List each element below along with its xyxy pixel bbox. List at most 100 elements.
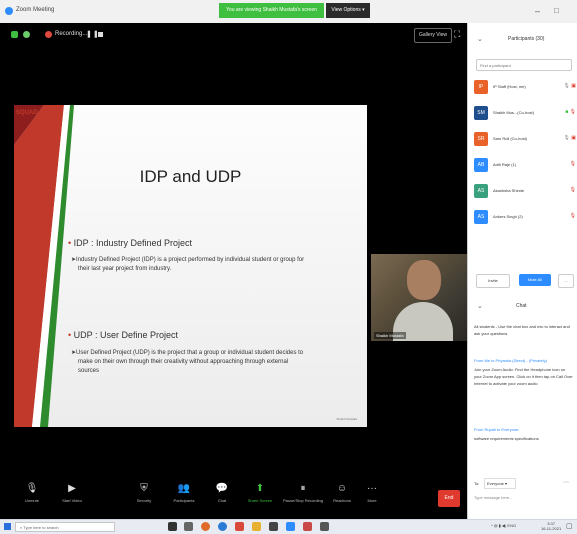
video-off-icon: ▣ bbox=[571, 83, 576, 89]
tool-label: Share Screen bbox=[247, 498, 273, 503]
chat-message: All students - Use the chat box and mic … bbox=[474, 324, 570, 336]
store-icon[interactable] bbox=[269, 522, 278, 531]
participant-row[interactable]: AS Ankers Singh (2) 🎙 bbox=[474, 208, 577, 228]
more-icon: ··· bbox=[367, 483, 377, 494]
taskbar-search-box[interactable]: ⌕ Type here to search bbox=[15, 522, 115, 532]
mic-icon: 🎙 bbox=[563, 135, 570, 141]
end-meeting-button[interactable]: End bbox=[438, 490, 460, 507]
collapse-icon[interactable]: ⌄ bbox=[477, 302, 483, 310]
participant-name: Shaikh Mus...(Co-host) bbox=[493, 110, 534, 115]
tool-label: Pause/Stop Recording bbox=[282, 498, 324, 503]
participant-row[interactable]: SR Sam Roll (Co-host) 🎙 ▣ bbox=[474, 130, 577, 150]
window-title: Zoom Meeting bbox=[16, 7, 55, 13]
chat-message-input[interactable]: Type message here... bbox=[474, 495, 512, 500]
chat-header: ⌄ Chat bbox=[468, 299, 577, 319]
participant-row[interactable]: IP IP Staff (Host, me) 🎙 ▣ bbox=[474, 78, 577, 98]
connection-signal-icon[interactable] bbox=[23, 31, 30, 38]
participant-row[interactable]: AB Aditi Raje (1) 🎙 bbox=[474, 156, 577, 176]
view-options-button[interactable]: View Options ▾ bbox=[326, 3, 370, 18]
avatar: IP bbox=[474, 80, 488, 94]
participant-name: Sam Roll (Co-host) bbox=[493, 136, 528, 141]
slide-bullet-idp: • IDP : Industry Defined Project bbox=[68, 238, 192, 248]
app-icon[interactable] bbox=[235, 522, 244, 531]
task-view-icon[interactable] bbox=[168, 522, 177, 531]
speaker-video-tile[interactable]: Shaikh Mustafa bbox=[371, 254, 468, 341]
notification-icon[interactable]: ▢ bbox=[566, 522, 573, 530]
chat-message: software requirements specifications bbox=[474, 436, 539, 441]
zoom-taskbar-icon[interactable] bbox=[286, 522, 295, 531]
participant-status-icons: 🎙 bbox=[570, 161, 576, 167]
stop-recording-icon[interactable] bbox=[98, 32, 103, 37]
participant-status-icons: 🎙 bbox=[570, 213, 576, 219]
tool-label: Start Video bbox=[62, 498, 82, 503]
description-line: their last year project from industry. bbox=[78, 266, 172, 272]
meeting-toolbar: 🎙 Unmute ▶ Start Video ⛨ Security 👥 Part… bbox=[0, 480, 467, 519]
participants-more-button[interactable]: ... bbox=[558, 274, 574, 288]
speaker-name-label: Shaikh Mustafa bbox=[374, 332, 406, 339]
chat-recipient-value: Everyone bbox=[487, 481, 504, 486]
start-video-button[interactable]: ▶ Start Video bbox=[52, 480, 92, 503]
collapse-icon[interactable]: ⌄ bbox=[477, 35, 483, 43]
search-icon: ⌕ bbox=[20, 525, 23, 530]
bullet-icon: • bbox=[68, 238, 72, 248]
mic-icon: 🎙 bbox=[569, 109, 576, 115]
record-icon: ⏸ bbox=[300, 483, 306, 494]
more-icon[interactable]: ⋯ bbox=[563, 479, 569, 486]
folder-icon[interactable] bbox=[252, 522, 261, 531]
chat-title: Chat bbox=[516, 303, 527, 309]
sharing-icon: ■ bbox=[565, 109, 569, 115]
description-line: make on their own through their creativi… bbox=[78, 359, 289, 365]
system-tray-icons[interactable]: ^ ◍ ▮ ◀) ENG bbox=[491, 523, 516, 528]
chat-sender: From Me to Priyanka (Direct) - (Privatel… bbox=[474, 358, 547, 363]
mic-muted-icon: 🎙 bbox=[569, 187, 576, 193]
participant-name: Aditi Raje (1) bbox=[493, 162, 517, 167]
microphone-icon: 🎙 bbox=[25, 483, 39, 494]
chat-button[interactable]: 💬 Chat bbox=[202, 480, 242, 503]
mute-all-button[interactable]: Mute All bbox=[519, 274, 551, 286]
avatar: AS bbox=[474, 210, 488, 224]
chat-recipient-select[interactable]: Everyone ▾ bbox=[484, 478, 516, 489]
bullet-text: UDP : User Define Project bbox=[73, 330, 179, 340]
maximize-icon[interactable]: □ bbox=[554, 6, 559, 15]
gallery-view-button[interactable]: Gallery View bbox=[414, 28, 452, 43]
minimize-icon[interactable]: – bbox=[535, 6, 540, 16]
tool-label: More bbox=[367, 498, 377, 503]
windows-start-icon[interactable] bbox=[4, 523, 11, 530]
video-off-icon: ▣ bbox=[571, 135, 576, 141]
window-title-bar: Zoom Meeting You are viewing Shaikh Must… bbox=[0, 0, 577, 24]
more-button[interactable]: ··· More bbox=[352, 480, 392, 503]
file-explorer-icon[interactable] bbox=[184, 522, 193, 531]
participants-title: Participants (30) bbox=[508, 36, 545, 42]
fullscreen-icon[interactable]: ⛶ bbox=[454, 29, 460, 40]
chrome-icon[interactable] bbox=[201, 522, 210, 531]
tool-label: Security bbox=[136, 498, 152, 503]
slide-bullet-udp: • UDP : User Define Project bbox=[68, 330, 178, 340]
slide-description-udp: ➤User Defined Project (UDP) is the proje… bbox=[71, 349, 303, 376]
tool-label: Chat bbox=[217, 498, 227, 503]
app-icon[interactable] bbox=[303, 522, 312, 531]
participant-status-icons: 🎙 ▣ bbox=[564, 135, 576, 141]
app-icon[interactable] bbox=[320, 522, 329, 531]
invite-button[interactable]: Invite bbox=[476, 274, 510, 288]
taskbar-clock[interactable]: 3:37 16-11-2021 bbox=[541, 521, 561, 531]
slide-description-idp: ➤Industry Defined Project (IDP) is a pro… bbox=[71, 256, 304, 274]
share-screen-icon: ⬆ bbox=[255, 483, 265, 494]
participant-row[interactable]: AS Akanksha Shinde 🎙 bbox=[474, 182, 577, 202]
participant-name: Ankers Singh (2) bbox=[493, 214, 523, 219]
find-participant-input[interactable] bbox=[476, 59, 572, 71]
edge-icon[interactable] bbox=[218, 522, 227, 531]
shared-slide: SQUAD IDP and UDP • IDP : Industry Defin… bbox=[14, 105, 367, 427]
people-icon: 👥 bbox=[177, 483, 191, 494]
participants-button[interactable]: 👥 Participants bbox=[164, 480, 204, 503]
unmute-button[interactable]: 🎙 Unmute bbox=[12, 480, 52, 503]
slide-footer: Shaikh Mustafa bbox=[336, 417, 357, 421]
encryption-shield-icon[interactable] bbox=[11, 31, 18, 38]
participant-row[interactable]: SM Shaikh Mus...(Co-host) ■ 🎙 bbox=[474, 104, 577, 124]
tool-label: Participants bbox=[173, 498, 195, 503]
speaker-face bbox=[407, 260, 441, 300]
avatar: AB bbox=[474, 158, 488, 172]
share-screen-button[interactable]: ⬆ Share Screen bbox=[240, 480, 280, 503]
avatar: SR bbox=[474, 132, 488, 146]
security-button[interactable]: ⛨ Security bbox=[124, 480, 164, 503]
pause-stop-recording-button[interactable]: ⏸ Pause/Stop Recording bbox=[280, 480, 326, 503]
